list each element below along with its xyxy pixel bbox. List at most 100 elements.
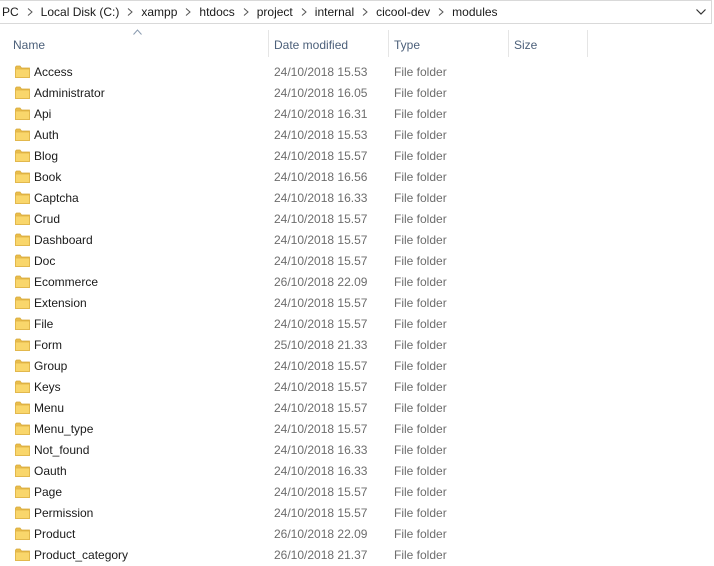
list-item[interactable]: Product 26/10/2018 22.09 File folder — [0, 524, 714, 545]
folder-icon — [15, 296, 30, 309]
breadcrumb-separator[interactable] — [358, 1, 372, 23]
breadcrumb-item[interactable]: xampp — [137, 5, 181, 19]
file-date-modified: 24/10/2018 15.57 — [274, 254, 368, 268]
column-divider[interactable] — [268, 30, 269, 57]
chevron-right-icon — [301, 8, 307, 16]
breadcrumb-item[interactable]: internal — [311, 5, 358, 19]
folder-icon — [15, 443, 30, 456]
file-type: File folder — [394, 233, 447, 247]
file-type: File folder — [394, 485, 447, 499]
breadcrumb-separator[interactable] — [181, 1, 195, 23]
list-item[interactable]: Book 24/10/2018 16.56 File folder — [0, 167, 714, 188]
folder-icon — [15, 191, 30, 204]
file-date-modified: 24/10/2018 16.33 — [274, 191, 368, 205]
folder-icon — [15, 128, 30, 141]
file-type: File folder — [394, 191, 447, 205]
breadcrumb-separator[interactable] — [434, 1, 448, 23]
chevron-right-icon — [438, 8, 444, 16]
file-type: File folder — [394, 443, 447, 457]
file-name: Menu_type — [34, 422, 94, 436]
file-name: Administrator — [34, 86, 105, 100]
list-item[interactable]: Extension 24/10/2018 15.57 File folder — [0, 293, 714, 314]
folder-icon — [15, 107, 30, 120]
column-name-header[interactable]: Name — [13, 38, 45, 52]
file-name: Page — [34, 485, 63, 499]
breadcrumb-item[interactable]: project — [253, 5, 297, 19]
column-divider[interactable] — [388, 30, 389, 57]
file-type: File folder — [394, 149, 447, 163]
file-name: Blog — [34, 149, 59, 163]
breadcrumb-item[interactable]: modules — [448, 5, 501, 19]
breadcrumb-item[interactable]: Local Disk (C:) — [37, 5, 124, 19]
folder-icon — [15, 275, 30, 288]
folder-icon — [15, 401, 30, 414]
list-item[interactable]: Ecommerce 26/10/2018 22.09 File folder — [0, 272, 714, 293]
list-item[interactable]: Not_found 24/10/2018 16.33 File folder — [0, 440, 714, 461]
breadcrumb-separator[interactable] — [239, 1, 253, 23]
list-item[interactable]: Group 24/10/2018 15.57 File folder — [0, 356, 714, 377]
sort-up-icon — [133, 29, 142, 35]
folder-icon — [15, 506, 30, 519]
list-item[interactable]: Blog 24/10/2018 15.57 File folder — [0, 146, 714, 167]
file-name: Dashboard — [34, 233, 93, 247]
list-item[interactable]: Page 24/10/2018 15.57 File folder — [0, 482, 714, 503]
column-type-header[interactable]: Type — [394, 38, 420, 52]
list-item[interactable]: Product_category 26/10/2018 21.37 File f… — [0, 545, 714, 566]
breadcrumb-separator[interactable] — [297, 1, 311, 23]
list-item[interactable]: Access 24/10/2018 15.53 File folder — [0, 62, 714, 83]
breadcrumb-separator[interactable] — [123, 1, 137, 23]
file-date-modified: 24/10/2018 16.05 — [274, 86, 368, 100]
list-item[interactable]: Menu 24/10/2018 15.57 File folder — [0, 398, 714, 419]
column-divider[interactable] — [587, 30, 588, 57]
file-name: Keys — [34, 380, 61, 394]
folder-icon — [15, 254, 30, 267]
address-bar[interactable]: PC Local Disk (C:) xampp htdocs project … — [0, 0, 712, 24]
file-date-modified: 24/10/2018 15.53 — [274, 65, 368, 79]
file-date-modified: 24/10/2018 15.53 — [274, 128, 368, 142]
list-item[interactable]: Form 25/10/2018 21.33 File folder — [0, 335, 714, 356]
breadcrumb-item[interactable]: htdocs — [195, 5, 238, 19]
column-size-header[interactable]: Size — [514, 38, 537, 52]
folder-icon — [15, 485, 30, 498]
folder-icon — [15, 149, 30, 162]
list-item[interactable]: Doc 24/10/2018 15.57 File folder — [0, 251, 714, 272]
file-name: File — [34, 317, 54, 331]
file-name: Access — [34, 65, 73, 79]
list-item[interactable]: Permission 24/10/2018 15.57 File folder — [0, 503, 714, 524]
list-item[interactable]: Captcha 24/10/2018 16.33 File folder — [0, 188, 714, 209]
file-type: File folder — [394, 254, 447, 268]
list-item[interactable]: Administrator 24/10/2018 16.05 File fold… — [0, 83, 714, 104]
list-item[interactable]: File 24/10/2018 15.57 File folder — [0, 314, 714, 335]
breadcrumb: PC Local Disk (C:) xampp htdocs project … — [0, 1, 502, 23]
list-item[interactable]: Oauth 24/10/2018 16.33 File folder — [0, 461, 714, 482]
chevron-down-icon — [696, 9, 706, 15]
breadcrumb-separator[interactable] — [23, 1, 37, 23]
file-name: Auth — [34, 128, 59, 142]
file-type: File folder — [394, 380, 447, 394]
file-date-modified: 24/10/2018 15.57 — [274, 296, 368, 310]
list-item[interactable]: Keys 24/10/2018 15.57 File folder — [0, 377, 714, 398]
file-list: Access 24/10/2018 15.53 File folder Admi… — [0, 62, 714, 566]
list-item[interactable]: Menu_type 24/10/2018 15.57 File folder — [0, 419, 714, 440]
folder-icon — [15, 317, 30, 330]
file-name: Product — [34, 527, 76, 541]
file-date-modified: 24/10/2018 16.33 — [274, 464, 368, 478]
list-item[interactable]: Crud 24/10/2018 15.57 File folder — [0, 209, 714, 230]
list-item[interactable]: Dashboard 24/10/2018 15.57 File folder — [0, 230, 714, 251]
list-item[interactable]: Auth 24/10/2018 15.53 File folder — [0, 125, 714, 146]
list-item[interactable]: Api 24/10/2018 16.31 File folder — [0, 104, 714, 125]
address-dropdown-button[interactable] — [691, 1, 711, 23]
column-divider[interactable] — [508, 30, 509, 57]
chevron-right-icon — [243, 8, 249, 16]
column-date-header[interactable]: Date modified — [274, 38, 348, 52]
file-name: Api — [34, 107, 52, 121]
file-type: File folder — [394, 170, 447, 184]
folder-icon — [15, 548, 30, 561]
file-date-modified: 24/10/2018 15.57 — [274, 212, 368, 226]
file-type: File folder — [394, 65, 447, 79]
breadcrumb-item[interactable]: cicool-dev — [372, 5, 434, 19]
chevron-right-icon — [27, 8, 33, 16]
breadcrumb-item[interactable]: PC — [0, 5, 23, 19]
file-name: Product_category — [34, 548, 129, 562]
file-name: Book — [34, 170, 62, 184]
